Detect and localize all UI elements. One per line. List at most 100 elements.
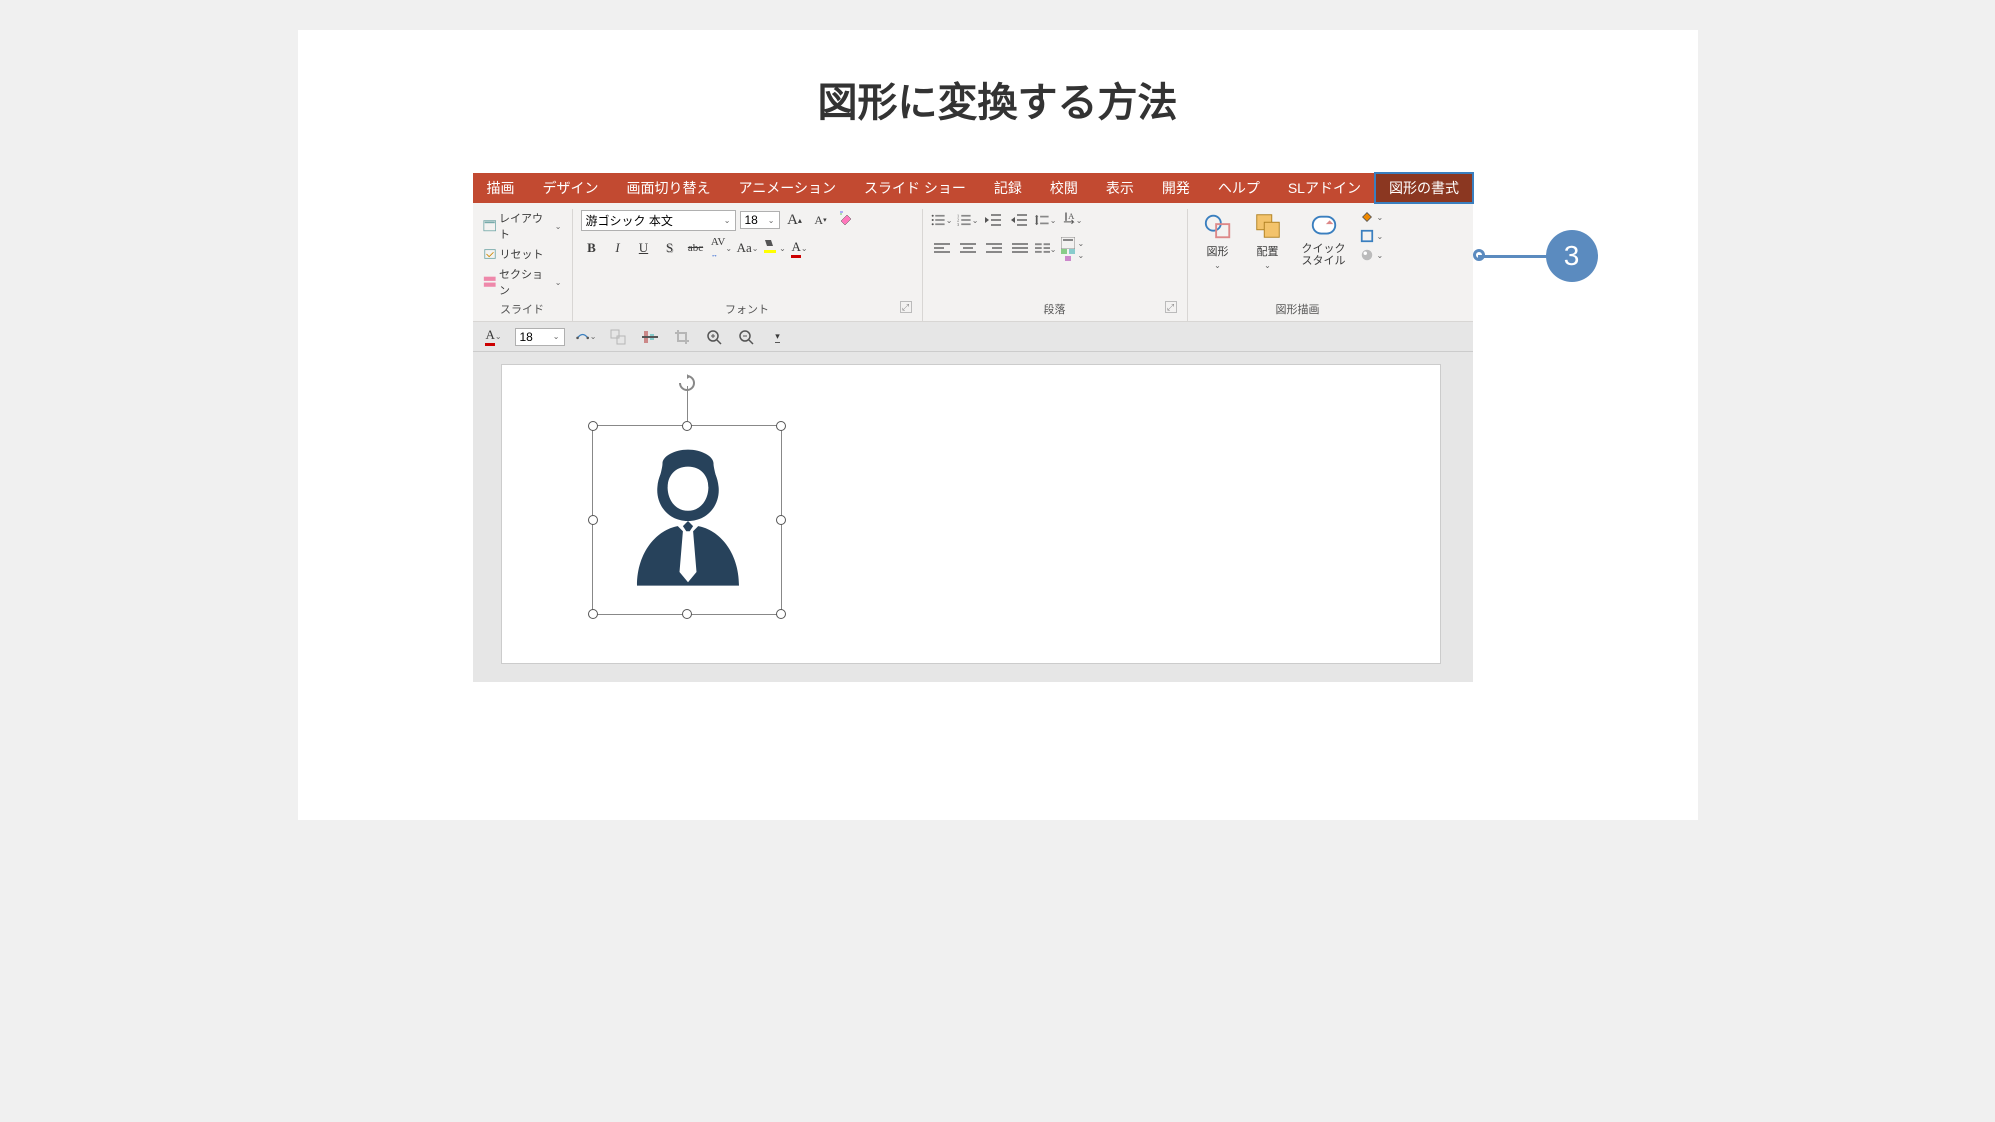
eraser-icon	[838, 209, 856, 231]
layout-button[interactable]: レイアウト⌄	[481, 209, 564, 243]
align-left-button[interactable]	[931, 238, 953, 260]
align-center-button[interactable]	[957, 238, 979, 260]
qat-font-color-button[interactable]: A⌄	[483, 326, 505, 348]
qat-zoom-in-button[interactable]	[703, 326, 725, 348]
ribbon-group-paragraph: ⌄ 123⌄ ⌄ ∥A⌄ ⌄ ⌄	[923, 209, 1188, 321]
callout-badge: 3	[1546, 230, 1598, 282]
qat-zoom-out-button[interactable]	[735, 326, 757, 348]
outline-icon	[1360, 229, 1374, 243]
qat-align-button[interactable]	[639, 326, 661, 348]
qat-crop-button[interactable]	[671, 326, 693, 348]
shapes-button[interactable]: 図形 ⌄	[1196, 209, 1240, 272]
quick-styles-icon	[1309, 211, 1339, 241]
grow-font-button[interactable]: A▴	[784, 209, 806, 231]
section-button[interactable]: セクション⌄	[481, 265, 564, 299]
align-text-button[interactable]: ⌄	[1061, 237, 1085, 249]
group-label-paragraph: 段落 ⤢	[931, 299, 1179, 319]
ribbon-group-font: 游ゴシック 本文⌄ 18⌄ A▴ A▾	[573, 209, 923, 321]
powerpoint-window: 描画デザイン画面切り替えアニメーションスライド ショー記録校閲表示開発ヘルプSL…	[473, 173, 1473, 682]
slide-canvas[interactable]	[473, 352, 1473, 682]
strike-button[interactable]: abc	[685, 237, 707, 259]
slide-page	[501, 364, 1441, 664]
group-label-slide: スライド	[481, 299, 564, 319]
smartart-button[interactable]: ⌄	[1061, 249, 1085, 261]
text-direction-button[interactable]: ∥A⌄	[1061, 209, 1083, 231]
handle-top-right[interactable]	[776, 421, 786, 431]
shadow-button[interactable]: S	[659, 237, 681, 259]
ribbon: レイアウト⌄ リセット セクション⌄	[473, 203, 1473, 322]
tab-3[interactable]: アニメーション	[725, 173, 850, 203]
highlight-button[interactable]: ⌄	[763, 237, 785, 259]
quick-access-toolbar: A⌄ 18⌄ ⌄ ▾	[473, 322, 1473, 352]
bold-button[interactable]: B	[581, 237, 603, 259]
person-icon	[603, 436, 773, 606]
arrange-button[interactable]: 配置 ⌄	[1246, 209, 1290, 272]
callout-line	[1478, 255, 1548, 258]
arrange-icon	[1253, 211, 1283, 241]
ribbon-group-slide: レイアウト⌄ リセット セクション⌄	[473, 209, 573, 321]
tab-5[interactable]: 記録	[980, 173, 1036, 203]
tab-10[interactable]: SLアドイン	[1274, 173, 1375, 203]
font-size-combo[interactable]: 18⌄	[740, 211, 780, 229]
section-icon	[483, 275, 496, 289]
fill-icon	[1360, 210, 1374, 224]
layout-icon	[483, 219, 496, 233]
align-right-button[interactable]	[983, 238, 1005, 260]
handle-bottom-center[interactable]	[682, 609, 692, 619]
slide-container: 図形に変換する方法 描画デザイン画面切り替えアニメーションスライド ショー記録校…	[298, 30, 1698, 820]
rotate-handle-icon[interactable]	[678, 374, 696, 392]
handle-top-left[interactable]	[588, 421, 598, 431]
tab-2[interactable]: 画面切り替え	[613, 173, 725, 203]
tab-6[interactable]: 校閲	[1036, 173, 1092, 203]
handle-top-center[interactable]	[682, 421, 692, 431]
justify-button[interactable]	[1009, 238, 1031, 260]
font-name-combo[interactable]: 游ゴシック 本文⌄	[581, 210, 736, 231]
qat-overflow-button[interactable]: ▾	[767, 326, 789, 348]
group-label-font: フォント ⤢	[581, 299, 914, 319]
char-spacing-button[interactable]: AV↔⌄	[711, 237, 733, 259]
reset-button[interactable]: リセット	[481, 245, 564, 263]
group-label-drawing: 図形描画	[1196, 299, 1400, 319]
shapes-icon	[1203, 211, 1233, 241]
highlight-icon	[761, 237, 779, 259]
line-spacing-button[interactable]: ⌄	[1035, 209, 1057, 231]
shape-effects-button[interactable]: ⌄	[1358, 247, 1386, 263]
tab-8[interactable]: 開発	[1148, 173, 1204, 203]
clear-format-button[interactable]	[836, 209, 858, 231]
effects-icon	[1360, 248, 1374, 262]
decrease-indent-button[interactable]	[983, 209, 1005, 231]
tab-11[interactable]: 図形の書式	[1375, 173, 1473, 203]
underline-button[interactable]: U	[633, 237, 655, 259]
reset-icon	[483, 247, 497, 261]
tab-1[interactable]: デザイン	[529, 173, 613, 203]
handle-mid-right[interactable]	[776, 515, 786, 525]
ribbon-group-drawing: 図形 ⌄ 配置 ⌄ クイック スタイル ⌄ ⌄	[1188, 209, 1408, 321]
shrink-font-button[interactable]: A▾	[810, 209, 832, 231]
tab-0[interactable]: 描画	[473, 173, 529, 203]
font-launcher-icon[interactable]: ⤢	[900, 301, 912, 313]
qat-font-size-combo[interactable]: 18⌄	[515, 328, 565, 346]
increase-indent-button[interactable]	[1009, 209, 1031, 231]
change-case-button[interactable]: Aa⌄	[737, 237, 759, 259]
tab-7[interactable]: 表示	[1092, 173, 1148, 203]
qat-group-button[interactable]	[607, 326, 629, 348]
font-color-button[interactable]: A⌄	[789, 237, 811, 259]
columns-button[interactable]: ⌄	[1035, 238, 1057, 260]
handle-bottom-right[interactable]	[776, 609, 786, 619]
tab-9[interactable]: ヘルプ	[1204, 173, 1274, 203]
selected-shape[interactable]	[592, 425, 782, 615]
page-title: 図形に変換する方法	[298, 70, 1698, 128]
handle-bottom-left[interactable]	[588, 609, 598, 619]
qat-edit-shape-button[interactable]: ⌄	[575, 326, 597, 348]
paragraph-launcher-icon[interactable]: ⤢	[1165, 301, 1177, 313]
numbering-button[interactable]: 123⌄	[957, 209, 979, 231]
bullets-button[interactable]: ⌄	[931, 209, 953, 231]
italic-button[interactable]: I	[607, 237, 629, 259]
shape-outline-button[interactable]: ⌄	[1358, 228, 1386, 244]
handle-mid-left[interactable]	[588, 515, 598, 525]
svg-text:∥A: ∥A	[1063, 212, 1074, 221]
shape-fill-button[interactable]: ⌄	[1358, 209, 1386, 225]
quick-styles-button[interactable]: クイック スタイル	[1296, 209, 1352, 269]
ribbon-tabs: 描画デザイン画面切り替えアニメーションスライド ショー記録校閲表示開発ヘルプSL…	[473, 173, 1473, 203]
tab-4[interactable]: スライド ショー	[850, 173, 980, 203]
